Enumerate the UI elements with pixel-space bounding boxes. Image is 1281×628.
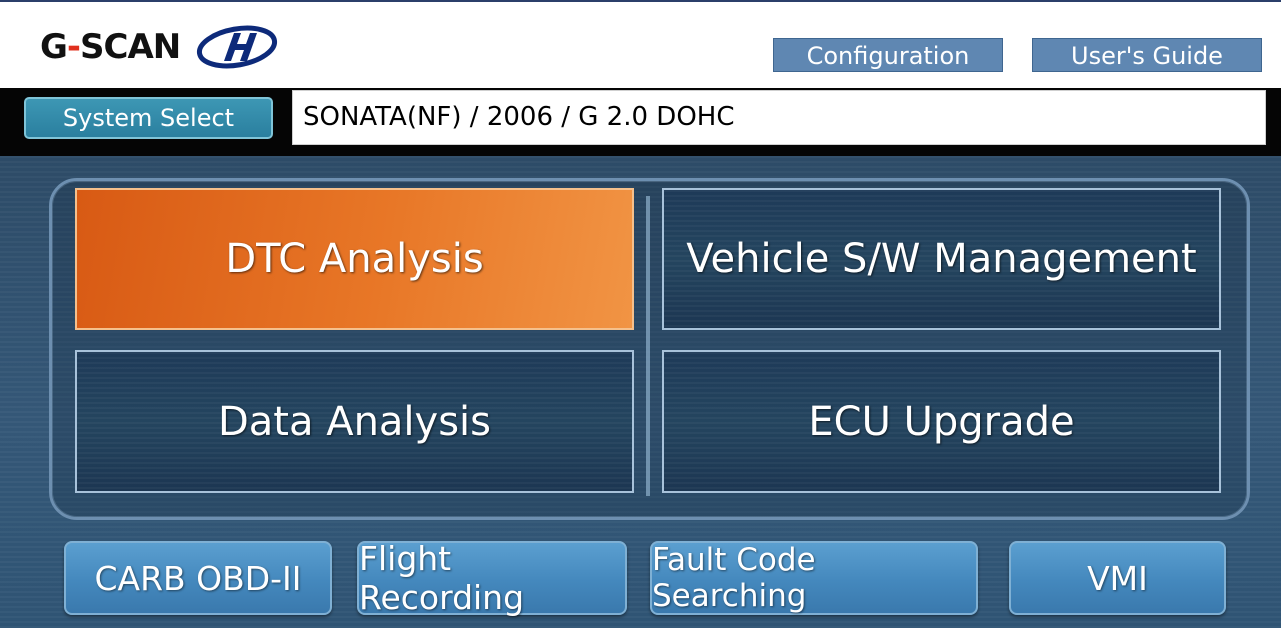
panel-divider	[646, 196, 650, 496]
dtc-analysis-button[interactable]: DTC Analysis	[75, 188, 634, 330]
logo-prefix: G	[40, 27, 68, 67]
logo-dash: -	[66, 27, 81, 67]
configuration-button[interactable]: Configuration	[773, 38, 1003, 72]
flight-recording-button[interactable]: Flight Recording	[357, 539, 627, 617]
users-guide-button[interactable]: User's Guide	[1032, 38, 1262, 72]
carb-obd2-button[interactable]: CARB OBD-II	[64, 541, 332, 615]
gscan-logo: G-SCAN	[40, 22, 280, 72]
fault-code-searching-button[interactable]: Fault Code Searching	[650, 541, 978, 615]
vehicle-info-field: SONATA(NF) / 2006 / G 2.0 DOHC	[292, 90, 1266, 145]
logo-suffix: SCAN	[80, 27, 181, 67]
hyundai-logo-icon	[197, 25, 278, 69]
data-analysis-button[interactable]: Data Analysis	[75, 350, 634, 493]
vehicle-sw-management-button[interactable]: Vehicle S/W Management	[662, 188, 1221, 330]
header-bar: G-SCAN Configuration User's Guide	[0, 0, 1281, 88]
ecu-upgrade-button[interactable]: ECU Upgrade	[662, 350, 1221, 493]
system-select-button[interactable]: System Select	[24, 97, 273, 139]
vmi-button[interactable]: VMI	[1009, 541, 1226, 615]
gscan-logo-text: G-SCAN	[40, 27, 181, 67]
system-select-bar: System Select SONATA(NF) / 2006 / G 2.0 …	[0, 88, 1281, 156]
gscan-app-window: G-SCAN Configuration User's Guide System…	[0, 0, 1281, 628]
